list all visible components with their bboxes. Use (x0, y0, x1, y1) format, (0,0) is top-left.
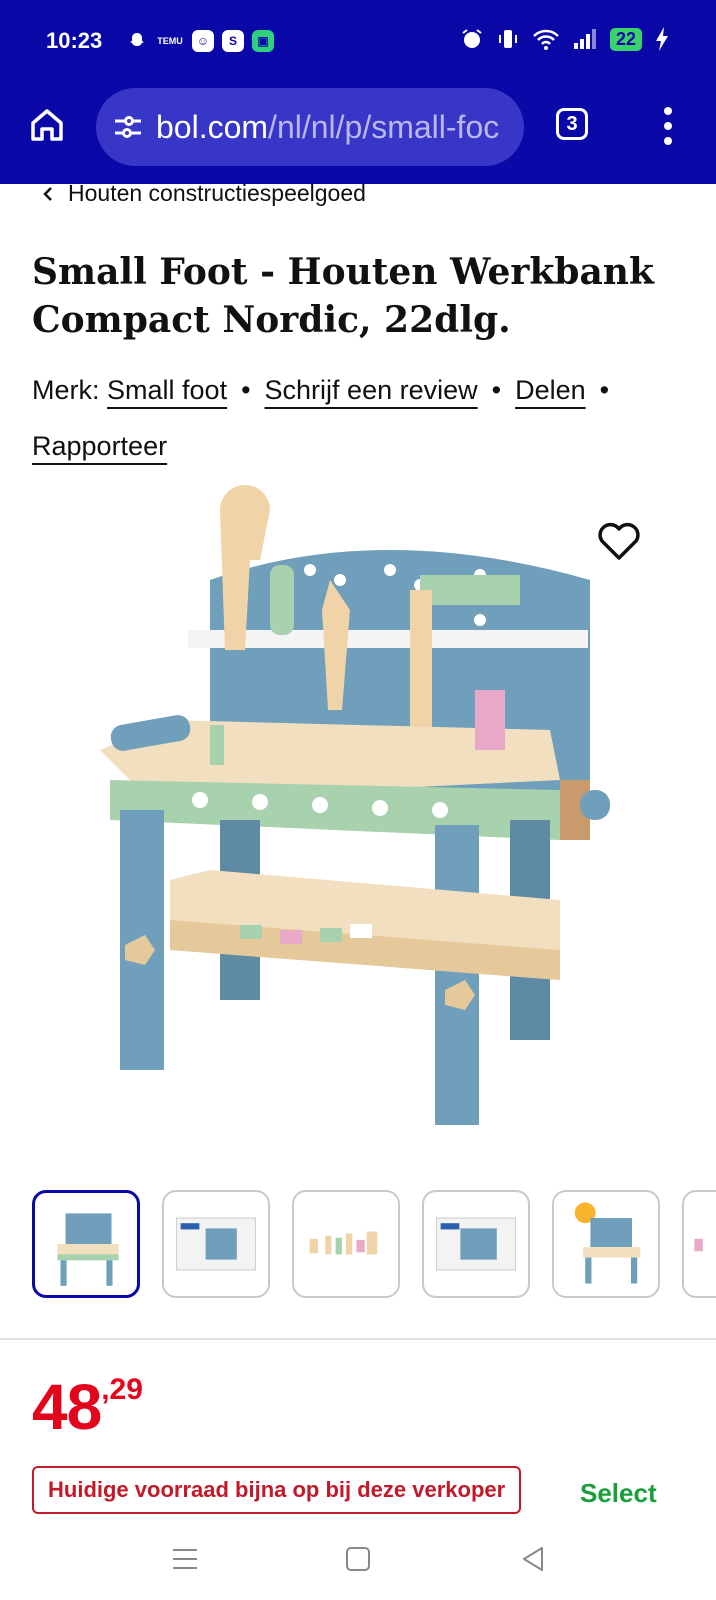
thumbnail[interactable] (552, 1190, 660, 1298)
thumbnail-image (694, 1238, 703, 1252)
stock-warning-text: Huidige voorraad bijna op bij deze verko… (48, 1477, 506, 1502)
brand-link[interactable]: Small foot (107, 375, 227, 405)
thumbnail-image (309, 1231, 378, 1255)
status-bar: 10:23 TEMU ☺ S ▣ 22 (0, 0, 716, 84)
chat-icon: ☺ (192, 30, 214, 52)
url-host: bol.com (156, 108, 269, 145)
thumbnail[interactable] (32, 1190, 140, 1298)
address-bar[interactable]: bol.com/nl/nl/p/small-foc (96, 88, 524, 166)
thumbnail-image (57, 1213, 119, 1286)
share-link[interactable]: Delen (515, 375, 586, 405)
thumbnail[interactable] (162, 1190, 270, 1298)
product-image[interactable] (90, 480, 630, 1130)
breadcrumb[interactable]: Houten constructiespeelgoed (42, 180, 366, 207)
tab-switcher-button[interactable]: 3 (556, 108, 588, 140)
thumbnail-image (175, 1217, 257, 1271)
price-euros: 48 (32, 1371, 102, 1443)
address-bar-row: bol.com/nl/nl/p/small-foc 3 (0, 86, 716, 168)
price-cents: ,29 (101, 1373, 143, 1406)
image-thumbnails (32, 1190, 716, 1302)
alarm-icon (462, 29, 482, 48)
url-text[interactable]: bol.com/nl/nl/p/small-foc (156, 109, 516, 146)
chevron-left-icon (43, 186, 52, 201)
stock-warning-badge: Huidige voorraad bijna op bij deze verko… (32, 1466, 522, 1514)
vibrate-icon (498, 30, 517, 48)
back-icon[interactable] (518, 1544, 548, 1574)
report-link[interactable]: Rapporteer (32, 431, 167, 461)
charging-icon (656, 27, 668, 51)
site-settings-icon[interactable] (112, 111, 144, 143)
system-navigation-bar (0, 1516, 716, 1600)
separator-dot: • (599, 375, 610, 405)
divider (0, 1338, 716, 1340)
breadcrumb-label: Houten constructiespeelgoed (68, 180, 366, 206)
separator-dot: • (491, 375, 502, 405)
home-button[interactable] (24, 102, 70, 148)
thumbnail[interactable] (292, 1190, 400, 1298)
home-icon (31, 109, 63, 141)
separator-dot: • (241, 375, 251, 405)
app-icon: ▣ (252, 30, 274, 52)
product-title: Small Foot - Houten Werkbank Compact Nor… (32, 251, 654, 341)
temu-icon: TEMU (157, 35, 183, 46)
wifi-icon (533, 29, 559, 50)
brand-prefix: Merk: (32, 375, 100, 405)
write-review-link[interactable]: Schrijf een review (265, 375, 478, 405)
home-nav-icon[interactable] (343, 1544, 373, 1574)
product-meta-links: Merk: Small foot • Schrijf een review • Dele… (32, 362, 692, 474)
recent-apps-icon[interactable] (170, 1544, 200, 1574)
more-menu-icon[interactable] (656, 104, 680, 148)
notification-icons: TEMU ☺ S ▣ (126, 30, 274, 52)
status-time: 10:23 (46, 28, 103, 53)
url-path: /nl/nl/p/small-foc (268, 108, 500, 145)
system-icons: 22 (460, 26, 670, 52)
thumbnail-image (435, 1217, 517, 1271)
signal-icon (573, 29, 596, 49)
thumbnail[interactable] (682, 1190, 716, 1298)
browser-chrome: 10:23 TEMU ☺ S ▣ 22 bol.com/nl/nl/p/smal… (0, 0, 716, 184)
battery-icon: 22 (609, 27, 642, 51)
price: 48,29 (32, 1370, 143, 1444)
thumbnail[interactable] (422, 1190, 530, 1298)
thumbnail-image (574, 1202, 641, 1284)
heart-icon[interactable] (594, 516, 644, 566)
select-label[interactable]: Select (580, 1478, 657, 1509)
snapchat-icon (130, 33, 144, 46)
shazam-icon: S (222, 30, 244, 52)
